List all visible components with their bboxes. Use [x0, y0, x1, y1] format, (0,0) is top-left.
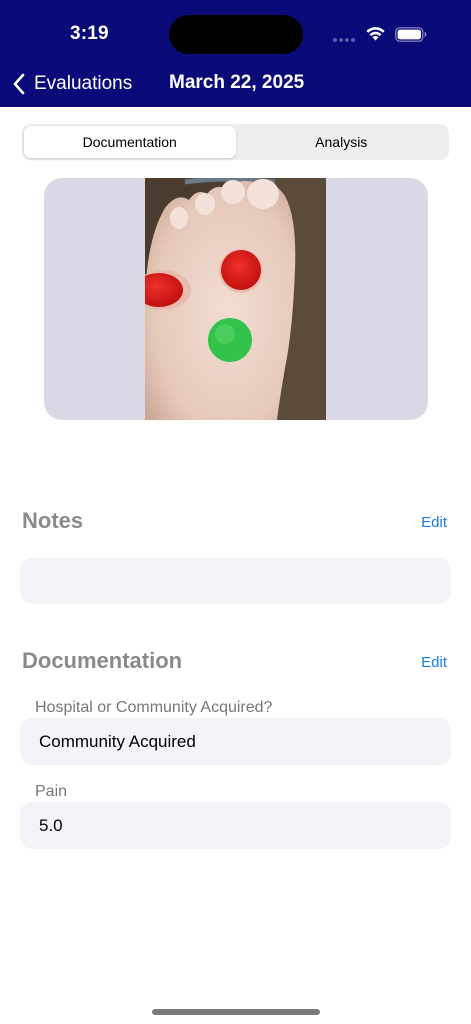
notes-field[interactable] — [20, 558, 451, 604]
acquired-field[interactable]: Community Acquired — [20, 718, 451, 765]
view-segmented-control: Documentation Analysis — [22, 124, 449, 160]
segment-documentation[interactable]: Documentation — [24, 126, 236, 158]
pain-field-label: Pain — [35, 783, 68, 800]
back-button[interactable]: Evaluations — [12, 70, 132, 98]
back-button-label: Evaluations — [34, 73, 133, 94]
dynamic-island — [169, 15, 303, 54]
documentation-section-title: Documentation — [22, 648, 183, 673]
page-title: March 22, 2025 — [169, 72, 305, 93]
evaluation-detail-screen: 3:19 Evaluations March 22, 2025 Document… — [0, 0, 471, 1024]
status-time: 3:19 — [70, 23, 109, 44]
wifi-icon — [366, 27, 385, 41]
battery-icon — [395, 27, 427, 42]
pain-field-value: 5.0 — [39, 815, 63, 835]
documentation-edit-button[interactable]: Edit — [421, 654, 447, 671]
pain-field[interactable]: 5.0 — [20, 802, 451, 849]
navigation-header: 3:19 Evaluations March 22, 2025 — [0, 0, 471, 107]
acquired-field-label: Hospital or Community Acquired? — [35, 699, 273, 716]
acquired-field-value: Community Acquired — [39, 731, 196, 751]
notes-section-title: Notes — [22, 508, 84, 533]
foot-wound-photo[interactable] — [145, 178, 326, 420]
chevron-left-icon — [13, 73, 25, 95]
cellular-signal-icon — [333, 38, 357, 42]
home-indicator[interactable] — [152, 1009, 320, 1015]
segment-analysis[interactable]: Analysis — [236, 126, 448, 158]
notes-edit-button[interactable]: Edit — [421, 514, 447, 531]
wound-photo-frame[interactable] — [44, 178, 428, 420]
